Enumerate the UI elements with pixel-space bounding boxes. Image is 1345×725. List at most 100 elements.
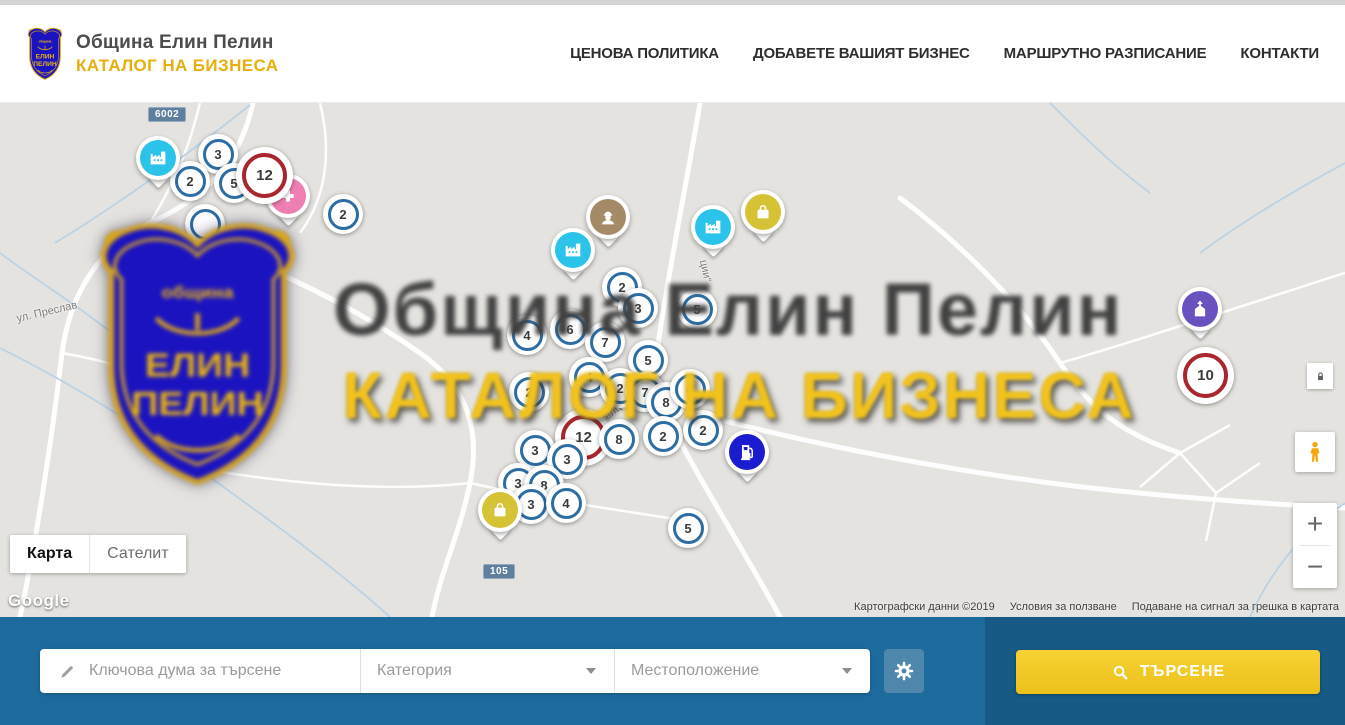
worker-icon <box>597 206 619 228</box>
pin-head <box>725 430 769 474</box>
cluster-marker[interactable]: 5 <box>677 289 717 329</box>
municipality-crest-icon: община ЕЛИН ПЕЛИН <box>25 26 65 82</box>
business-pin-fuel[interactable] <box>725 430 769 479</box>
factory-icon <box>147 147 169 169</box>
search-button-label: ТЪРСЕНЕ <box>1140 663 1225 681</box>
cluster-count: 2 <box>648 421 679 452</box>
attribution-terms-link[interactable]: Условия за ползване <box>1010 601 1117 613</box>
search-button[interactable]: ТЪРСЕНЕ <box>1016 650 1320 694</box>
cluster-marker[interactable]: 2 <box>509 372 549 412</box>
google-logo[interactable]: Google <box>8 591 70 611</box>
cluster-count: 6 <box>555 314 586 345</box>
main-nav: ЦЕНОВА ПОЛИТИКА ДОБАВЕТЕ ВАШИЯТ БИЗНЕС М… <box>570 45 1345 62</box>
svg-text:ПЕЛИН: ПЕЛИН <box>33 61 57 68</box>
chevron-down-icon <box>586 668 596 674</box>
lock-icon <box>1314 370 1327 383</box>
factory-icon <box>702 216 724 238</box>
keyword-input[interactable] <box>77 649 360 693</box>
business-pin-factory[interactable] <box>691 205 735 254</box>
cluster-marker[interactable]: 6 <box>550 309 590 349</box>
pin-core <box>140 140 176 176</box>
pin-head <box>1178 287 1222 331</box>
cluster-marker[interactable]: 2 <box>323 194 363 234</box>
chevron-down-icon <box>842 668 852 674</box>
pencil-icon <box>58 662 77 681</box>
business-pin-church[interactable] <box>1178 287 1222 336</box>
nav-item-contacts[interactable]: КОНТАКТИ <box>1240 45 1319 62</box>
business-pin-factory[interactable] <box>551 228 595 277</box>
gear-icon <box>893 660 915 682</box>
svg-text:ЕЛИН: ЕЛИН <box>36 53 55 60</box>
cluster-marker[interactable]: 12 <box>236 147 293 204</box>
pin-core <box>555 232 591 268</box>
zoom-out-button[interactable]: − <box>1293 546 1337 588</box>
pin-core <box>482 492 518 528</box>
cluster-count: 8 <box>604 424 635 455</box>
map-attribution: Картографски данни ©2019 Условия за полз… <box>854 601 1339 613</box>
brand-title: Община Елин Пелин <box>76 32 278 54</box>
lock-control-button[interactable] <box>1307 363 1333 389</box>
bag-icon <box>752 201 774 223</box>
search-bar: Категория Местоположение ТЪРСЕНЕ <box>0 617 1345 725</box>
business-pin-bag[interactable] <box>741 190 785 239</box>
fuel-icon <box>736 441 758 463</box>
cluster-marker[interactable]: 4 <box>546 483 586 523</box>
business-pin-factory[interactable] <box>136 136 180 185</box>
cluster-marker[interactable]: 7 <box>585 322 625 362</box>
cluster-marker[interactable]: 4 <box>670 369 710 409</box>
pin-core <box>745 194 781 230</box>
cluster-marker[interactable]: 3 <box>618 288 658 328</box>
pegman-button[interactable] <box>1295 432 1335 472</box>
pin-core <box>729 434 765 470</box>
location-select[interactable]: Местоположение <box>614 649 870 693</box>
nav-item-add-business[interactable]: ДОБАВЕТЕ ВАШИЯТ БИЗНЕС <box>753 45 970 62</box>
location-select-value: Местоположение <box>615 662 759 680</box>
church-icon <box>1189 298 1211 320</box>
cluster-count: 5 <box>673 513 704 544</box>
pin-head <box>478 488 522 532</box>
search-bar-right: ТЪРСЕНЕ <box>985 617 1345 725</box>
pin-head <box>136 136 180 180</box>
attribution-copyright: Картографски данни ©2019 <box>854 601 995 613</box>
pin-core <box>695 209 731 245</box>
cluster-count: 4 <box>675 374 706 405</box>
maptype-map-button[interactable]: Карта <box>10 535 89 573</box>
svg-text:община: община <box>39 39 52 43</box>
cluster-count <box>190 209 221 240</box>
cluster-count: 12 <box>242 153 287 198</box>
cluster-marker[interactable] <box>185 204 225 244</box>
pegman-icon <box>1303 440 1327 464</box>
maptype-satellite-button[interactable]: Сателит <box>89 535 185 573</box>
keyword-field <box>40 649 360 693</box>
cluster-count: 10 <box>1183 353 1228 398</box>
pin-head <box>741 190 785 234</box>
brand-subtitle: КАТАЛОГ НА БИЗНЕСА <box>76 56 278 76</box>
cluster-marker[interactable]: 5 <box>668 508 708 548</box>
cluster-count: 3 <box>623 293 654 324</box>
google-map[interactable]: ул. Преслав бул. „Новоселци“ ции“ 6002 1… <box>0 103 1345 617</box>
pin-head <box>691 205 735 249</box>
cluster-marker[interactable]: 10 <box>1177 347 1234 404</box>
brand-logo[interactable]: община ЕЛИН ПЕЛИН Община Елин Пелин КАТА… <box>25 26 278 82</box>
attribution-report-link[interactable]: Подаване на сигнал за грешка в картата <box>1132 601 1339 613</box>
cluster-count: 5 <box>633 345 664 376</box>
cluster-marker[interactable]: 8 <box>599 419 639 459</box>
cluster-marker[interactable]: 2 <box>643 416 683 456</box>
maptype-control: Карта Сателит <box>10 535 186 573</box>
business-pin-bag[interactable] <box>478 488 522 537</box>
cluster-count: 2 <box>328 199 359 230</box>
pin-head <box>551 228 595 272</box>
bag-icon <box>489 499 511 521</box>
category-select[interactable]: Категория <box>360 649 614 693</box>
cluster-marker[interactable]: 2 <box>683 410 723 450</box>
nav-item-pricing[interactable]: ЦЕНОВА ПОЛИТИКА <box>570 45 719 62</box>
advanced-search-button[interactable] <box>884 649 924 693</box>
road-number-badge: 6002 <box>148 107 186 122</box>
cluster-marker[interactable]: 4 <box>507 315 547 355</box>
pin-core <box>590 199 626 235</box>
cluster-count: 2 <box>514 377 545 408</box>
nav-item-route-schedule[interactable]: МАРШРУТНО РАЗПИСАНИЕ <box>1004 45 1207 62</box>
cluster-count: 4 <box>512 320 543 351</box>
zoom-in-button[interactable]: + <box>1293 503 1337 545</box>
road-number-badge: 105 <box>483 564 515 579</box>
